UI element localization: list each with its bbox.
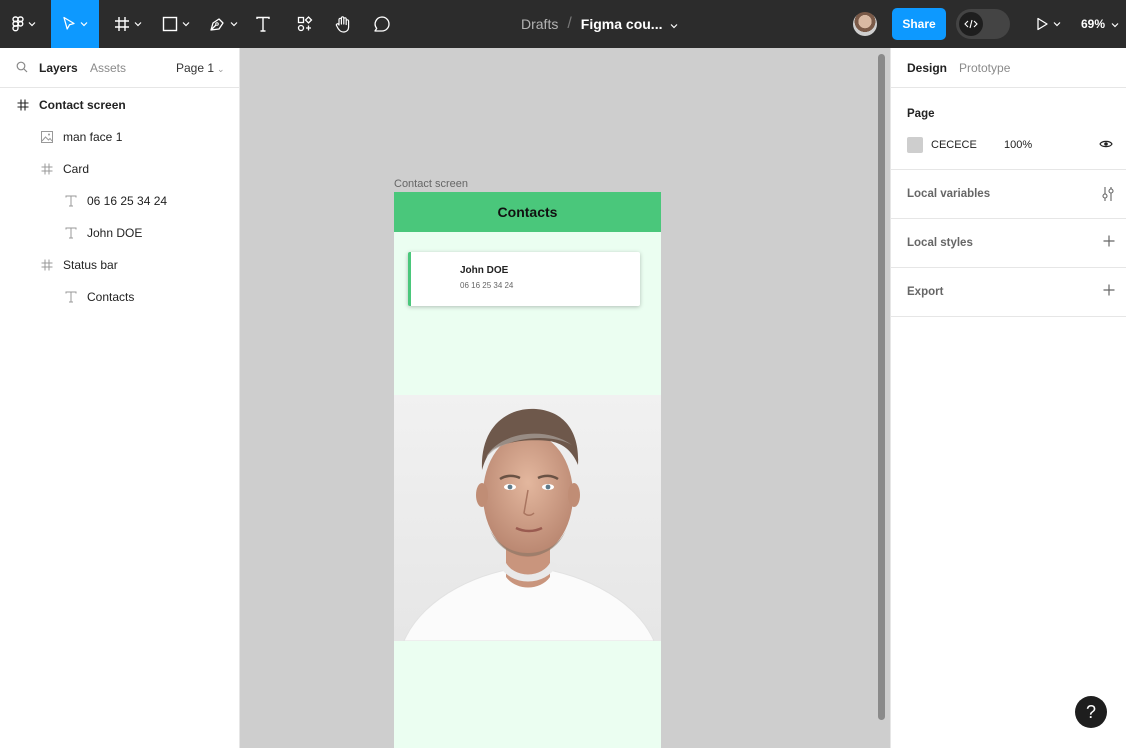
layer-contacts-text[interactable]: Contacts	[0, 281, 239, 313]
page-color-value[interactable]: CECECE	[931, 139, 977, 151]
canvas-scrollbar[interactable]	[878, 54, 885, 720]
chevron-down-icon	[182, 21, 190, 27]
shape-tool-icon	[162, 16, 178, 32]
local-variables-title: Local variables	[907, 188, 991, 200]
tab-design[interactable]: Design	[907, 61, 947, 75]
layer-label: man face 1	[63, 130, 123, 144]
resources-icon	[297, 16, 313, 32]
file-name[interactable]: Figma cou...	[581, 16, 663, 32]
plus-icon[interactable]	[1103, 235, 1115, 251]
layer-label: John DOE	[87, 226, 143, 240]
page-section-title: Page	[907, 108, 935, 120]
layer-label: Contacts	[87, 290, 135, 304]
page-selector-label: Page 1	[176, 61, 215, 75]
chevron-down-icon	[80, 21, 88, 27]
layers-panel: Layers Assets Page 1 ⌄ Contact screen man…	[0, 48, 240, 748]
plus-icon[interactable]	[1103, 284, 1115, 300]
man-face-image[interactable]	[394, 395, 661, 641]
image-icon	[40, 130, 54, 144]
chevron-down-icon	[230, 21, 238, 27]
layer-phone-text[interactable]: 06 16 25 34 24	[0, 185, 239, 217]
hand-tool-icon	[334, 15, 352, 33]
tab-layers[interactable]: Layers	[39, 61, 78, 75]
breadcrumb: Drafts / Figma cou...	[521, 0, 678, 48]
text-layer-icon	[64, 290, 78, 304]
layer-label: Contact screen	[39, 98, 126, 112]
frame-label[interactable]: Contact screen	[394, 178, 468, 190]
pen-tool-icon	[209, 16, 226, 32]
move-tool-button[interactable]	[51, 0, 99, 48]
toolbar: Drafts / Figma cou... Share 69%	[0, 0, 1126, 48]
card-name: John DOE	[460, 265, 509, 276]
dev-mode-icon	[959, 12, 983, 36]
card-phone: 06 16 25 34 24	[460, 281, 514, 290]
text-tool-icon	[255, 16, 271, 32]
frame-icon	[16, 98, 30, 112]
chevron-down-icon[interactable]	[670, 16, 678, 32]
left-panel-tabs: Layers Assets Page 1 ⌄	[0, 48, 239, 88]
breadcrumb-drafts[interactable]: Drafts	[521, 16, 558, 32]
figma-menu-icon	[12, 16, 24, 32]
move-tool-icon	[62, 16, 76, 32]
right-panel-tabs: Design Prototype	[891, 48, 1126, 88]
avatar[interactable]	[853, 12, 877, 36]
frame-icon	[40, 258, 54, 272]
page-selector[interactable]: Page 1 ⌄	[176, 61, 225, 75]
present-button[interactable]	[1030, 0, 1066, 48]
frame-tool-button[interactable]	[108, 0, 148, 48]
zoom-level: 69%	[1081, 17, 1106, 31]
present-icon	[1035, 17, 1049, 31]
layer-label: 06 16 25 34 24	[87, 194, 168, 208]
frame-tool-icon	[114, 16, 130, 32]
chevron-down-icon	[134, 21, 142, 27]
status-bar[interactable]: Contacts	[394, 192, 661, 232]
contact-card[interactable]: John DOE 06 16 25 34 24	[408, 252, 640, 306]
contact-screen-frame[interactable]: Contacts John DOE 06 16 25 34 24	[394, 192, 661, 748]
tab-prototype[interactable]: Prototype	[959, 61, 1010, 75]
comment-icon	[373, 15, 391, 33]
layer-card[interactable]: Card	[0, 153, 239, 185]
layer-name-text[interactable]: John DOE	[0, 217, 239, 249]
export-section[interactable]: Export	[891, 268, 1126, 317]
chevron-down-icon: ⌄	[217, 64, 225, 74]
chevron-down-icon	[28, 21, 36, 27]
status-bar-title: Contacts	[497, 204, 558, 220]
main-menu-button[interactable]	[0, 0, 48, 48]
frame-icon	[40, 162, 54, 176]
eye-icon[interactable]	[1099, 138, 1113, 152]
comment-button[interactable]	[369, 0, 395, 48]
shape-tool-button[interactable]	[156, 0, 196, 48]
chevron-down-icon	[1111, 17, 1119, 31]
resources-button[interactable]	[292, 0, 318, 48]
page-section: Page CECECE 100%	[891, 89, 1126, 170]
page-opacity-value[interactable]: 100%	[1004, 139, 1032, 151]
share-button[interactable]: Share	[892, 8, 946, 40]
pen-tool-button[interactable]	[203, 0, 243, 48]
text-layer-icon	[64, 194, 78, 208]
layer-contact-screen[interactable]: Contact screen	[0, 89, 239, 121]
export-title: Export	[907, 286, 944, 298]
page-color-swatch[interactable]	[907, 137, 923, 153]
tab-assets[interactable]: Assets	[90, 61, 126, 75]
hand-tool-button[interactable]	[330, 0, 356, 48]
sliders-icon[interactable]	[1101, 186, 1115, 206]
search-icon[interactable]	[16, 61, 28, 76]
layer-label: Status bar	[63, 258, 118, 272]
local-variables-section[interactable]: Local variables	[891, 170, 1126, 219]
layer-man-face[interactable]: man face 1	[0, 121, 239, 153]
help-button[interactable]: ?	[1075, 696, 1107, 728]
canvas[interactable]: Contact screen Contacts John DOE 06 16 2…	[240, 48, 890, 748]
text-tool-button[interactable]	[250, 0, 276, 48]
chevron-down-icon	[1053, 21, 1061, 27]
properties-panel: Design Prototype Page CECECE 100% Local …	[890, 48, 1126, 748]
text-layer-icon	[64, 226, 78, 240]
dev-mode-toggle[interactable]	[956, 9, 1010, 39]
local-styles-section[interactable]: Local styles	[891, 219, 1126, 268]
local-styles-title: Local styles	[907, 237, 973, 249]
layer-label: Card	[63, 162, 90, 176]
breadcrumb-separator: /	[567, 15, 572, 32]
layer-status-bar[interactable]: Status bar	[0, 249, 239, 281]
zoom-menu[interactable]: 69%	[1081, 0, 1119, 48]
